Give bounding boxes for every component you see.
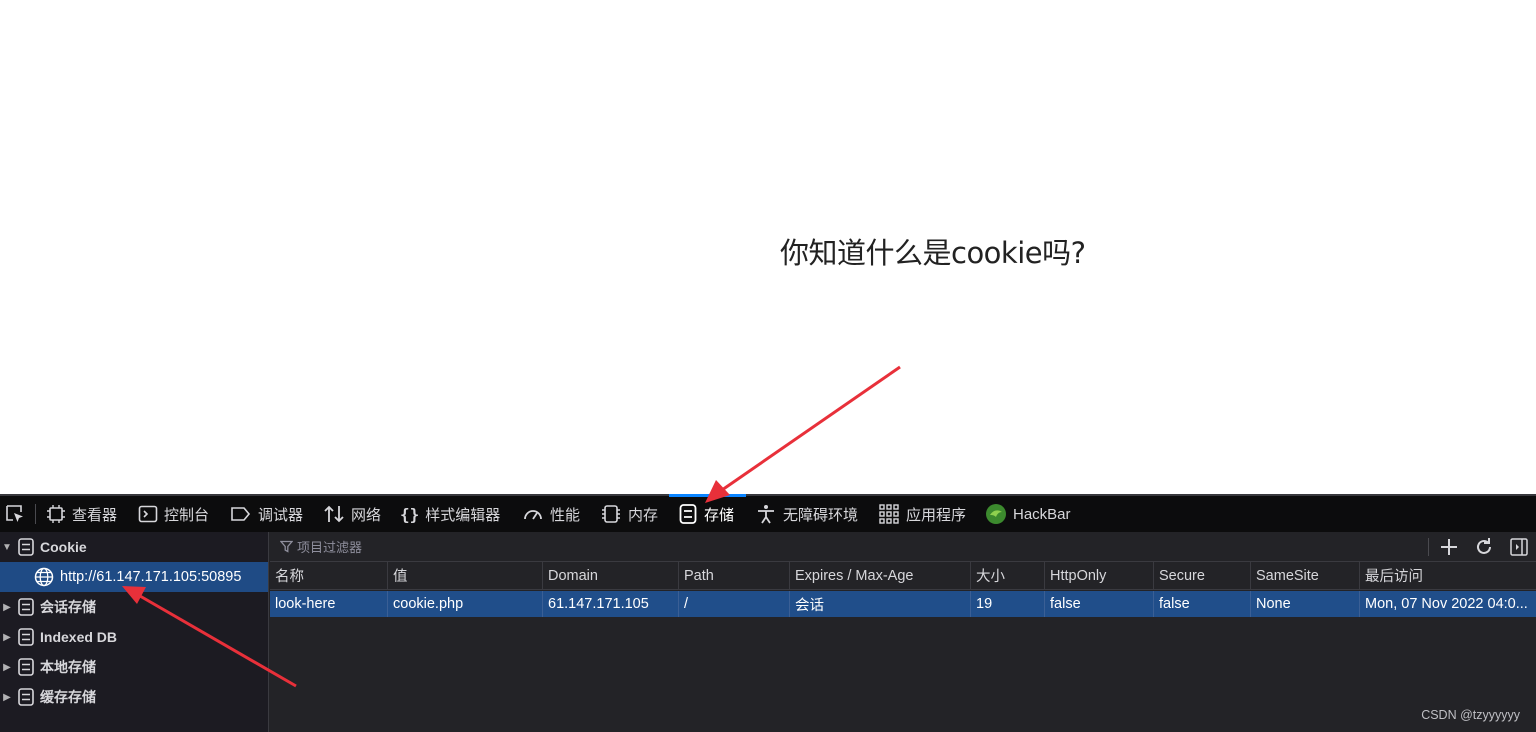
sidebar-item-cookie-host[interactable]: http://61.147.171.105:50895 [0, 562, 268, 592]
expanded-arrow-icon[interactable]: ▼ [0, 542, 14, 553]
sidebar-item-local-storage[interactable]: ▶ 本地存储 [0, 652, 268, 682]
performance-icon [524, 510, 542, 520]
tab-hackbar[interactable]: HackBar [985, 496, 1071, 532]
table-row[interactable]: look-here cookie.php 61.147.171.105 / 会话… [270, 591, 1536, 617]
add-item-button[interactable] [1438, 536, 1460, 558]
sidebar-item-indexed-db[interactable]: ▶ Indexed DB [0, 622, 268, 652]
storage-db-icon [18, 598, 34, 616]
column-header-samesite[interactable]: SameSite [1251, 562, 1360, 589]
table-header: 名称 值 Domain Path Expires / Max-Age 大小 Ht… [270, 562, 1536, 590]
column-header-secure[interactable]: Secure [1154, 562, 1251, 589]
collapsed-arrow-icon[interactable]: ▶ [0, 632, 14, 643]
tab-inspector-label: 查看器 [72, 506, 118, 524]
toggle-sidebar-button[interactable] [1508, 536, 1530, 558]
column-header-expires[interactable]: Expires / Max-Age [790, 562, 971, 589]
accessibility-icon [758, 505, 774, 524]
tab-debugger-label: 调试器 [258, 506, 304, 524]
column-header-domain[interactable]: Domain [543, 562, 679, 589]
cell-expires[interactable]: 会话 [790, 591, 971, 617]
cell-last-accessed[interactable]: Mon, 07 Nov 2022 04:0... [1360, 591, 1536, 617]
tab-inspector[interactable]: 查看器 [46, 496, 117, 532]
storage-table-panel: 项目过滤器 名称 值 Domain Path Expires / Max-Age… [270, 532, 1536, 732]
application-icon [879, 504, 899, 524]
watermark-text: CSDN @tzyyyyyy [1421, 708, 1520, 722]
web-page-content: 你知道什么是cookie吗? [0, 0, 1536, 494]
sidebar-item-label: 缓存存储 [40, 689, 96, 705]
refresh-icon [1477, 538, 1491, 554]
cell-domain[interactable]: 61.147.171.105 [543, 591, 679, 617]
cell-samesite[interactable]: None [1251, 591, 1360, 617]
tab-style-editor[interactable]: {} 样式编辑器 [400, 496, 500, 532]
tab-performance[interactable]: 性能 [522, 496, 580, 532]
console-icon [138, 505, 158, 523]
tab-hackbar-label: HackBar [1013, 505, 1071, 523]
collapsed-arrow-icon[interactable]: ▶ [0, 692, 14, 703]
devtools-panel: 查看器 控制台 调试器 网络 {} 样式编辑器 性能 内存 存储 无障碍环境 应… [0, 494, 1536, 732]
network-icon [324, 505, 344, 523]
sidebar-item-session-storage[interactable]: ▶ 会话存储 [0, 592, 268, 622]
devtools-toolbar: 查看器 控制台 调试器 网络 {} 样式编辑器 性能 内存 存储 无障碍环境 应… [0, 494, 1536, 532]
tab-console[interactable]: 控制台 [138, 496, 209, 532]
tab-style-editor-label: 样式编辑器 [425, 506, 501, 524]
sidebar-item-label: 本地存储 [40, 659, 96, 675]
toolbar-divider [1428, 538, 1429, 556]
tab-application-label: 应用程序 [906, 506, 967, 524]
storage-icon [679, 504, 697, 524]
cell-secure[interactable]: false [1154, 591, 1251, 617]
filter-icon [280, 540, 293, 553]
column-header-name[interactable]: 名称 [270, 562, 388, 589]
storage-db-icon [18, 688, 34, 706]
storage-db-icon [18, 628, 34, 646]
column-header-path[interactable]: Path [679, 562, 790, 589]
filter-bar: 项目过滤器 [270, 532, 1536, 562]
tab-console-label: 控制台 [164, 506, 210, 524]
storage-db-icon [18, 658, 34, 676]
toolbar-divider [35, 504, 36, 524]
sidebar-item-label: http://61.147.171.105:50895 [60, 569, 242, 585]
page-heading: 你知道什么是cookie吗? [780, 236, 1086, 270]
tab-memory-label: 内存 [628, 506, 659, 524]
collapsed-arrow-icon[interactable]: ▶ [0, 602, 14, 613]
sidebar-item-label: Indexed DB [40, 629, 118, 645]
column-header-last-accessed[interactable]: 最后访问 [1360, 562, 1536, 589]
column-header-size[interactable]: 大小 [971, 562, 1045, 589]
cell-value[interactable]: cookie.php [388, 591, 543, 617]
memory-icon [602, 505, 620, 523]
tab-accessibility-label: 无障碍环境 [783, 506, 859, 524]
element-picker-button[interactable] [4, 496, 26, 532]
column-header-value[interactable]: 值 [388, 562, 543, 589]
storage-sidebar: ▼ Cookie http://61.147.171.105:50895 ▶ 会… [0, 532, 269, 732]
cell-name[interactable]: look-here [270, 591, 388, 617]
plus-icon [1441, 539, 1457, 555]
style-editor-icon: {} [400, 504, 420, 524]
filter-placeholder: 项目过滤器 [297, 540, 363, 555]
debugger-icon [231, 507, 251, 521]
cell-path[interactable]: / [679, 591, 790, 617]
sidebar-item-label: 会话存储 [40, 599, 96, 615]
inspector-icon [47, 505, 65, 523]
tab-memory[interactable]: 内存 [600, 496, 658, 532]
column-header-httponly[interactable]: HttpOnly [1045, 562, 1154, 589]
sidebar-item-cache-storage[interactable]: ▶ 缓存存储 [0, 682, 268, 712]
tab-storage[interactable]: 存储 [678, 496, 734, 532]
hackbar-icon [986, 504, 1006, 524]
cell-httponly[interactable]: false [1045, 591, 1154, 617]
storage-db-icon [18, 538, 34, 556]
sidebar-toggle-icon [1510, 538, 1528, 556]
sidebar-item-label: Cookie [40, 539, 87, 555]
tab-application[interactable]: 应用程序 [878, 496, 966, 532]
element-picker-icon [6, 505, 23, 522]
globe-icon [34, 567, 54, 587]
tab-accessibility[interactable]: 无障碍环境 [755, 496, 858, 532]
cell-size[interactable]: 19 [971, 591, 1045, 617]
refresh-button[interactable] [1473, 536, 1495, 558]
tab-storage-label: 存储 [704, 506, 735, 524]
tab-network-label: 网络 [351, 506, 382, 524]
tab-performance-label: 性能 [550, 506, 581, 524]
tab-debugger[interactable]: 调试器 [230, 496, 303, 532]
filter-input[interactable]: 项目过滤器 [280, 537, 362, 556]
collapsed-arrow-icon[interactable]: ▶ [0, 662, 14, 673]
sidebar-item-cookie[interactable]: ▼ Cookie [0, 532, 268, 562]
tab-network[interactable]: 网络 [323, 496, 381, 532]
